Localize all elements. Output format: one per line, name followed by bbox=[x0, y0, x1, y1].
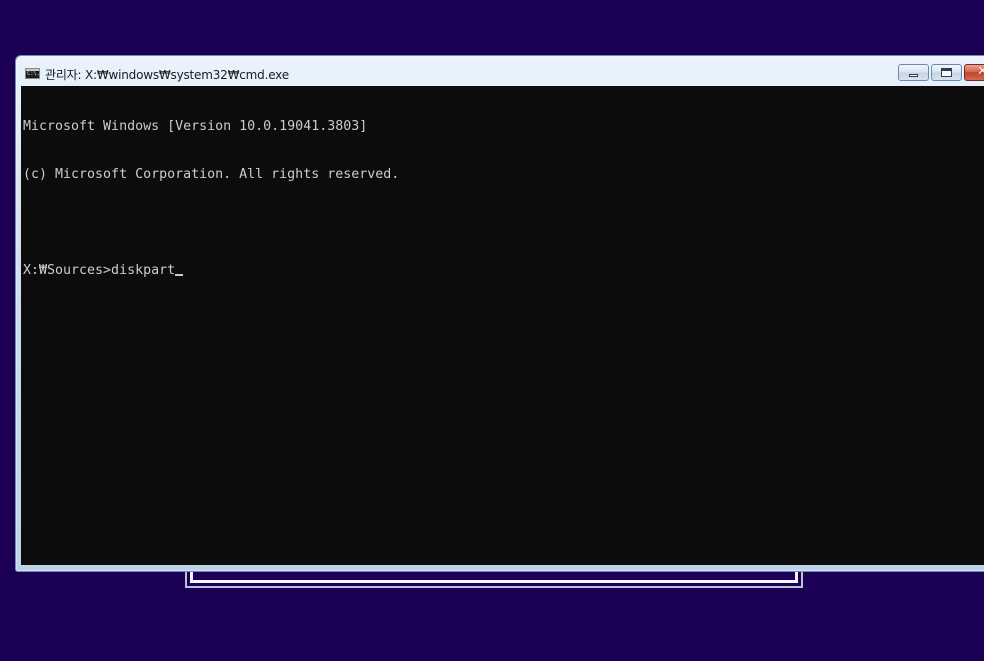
cmd-window[interactable]: C:\. 관리자: X:₩windows₩system32₩cmd.exe ✕ … bbox=[15, 55, 984, 572]
console-line-blank bbox=[23, 215, 984, 231]
window-title: 관리자: X:₩windows₩system32₩cmd.exe bbox=[45, 68, 289, 82]
console-line-copyright: (c) Microsoft Corporation. All rights re… bbox=[23, 167, 400, 182]
caption-buttons: ✕ bbox=[898, 64, 984, 82]
cmd-console-icon[interactable]: C:\. bbox=[25, 68, 40, 79]
maximize-icon bbox=[941, 68, 952, 77]
console-output[interactable]: Microsoft Windows [Version 10.0.19041.38… bbox=[21, 86, 984, 565]
text-cursor bbox=[175, 274, 184, 276]
console-prompt-line[interactable]: X:₩Sources>diskpart bbox=[23, 263, 984, 279]
minimize-button[interactable] bbox=[898, 64, 929, 81]
minimize-icon bbox=[909, 74, 918, 77]
window-bottom-border bbox=[16, 563, 984, 571]
console-text: Microsoft Windows [Version 10.0.19041.38… bbox=[21, 86, 984, 311]
close-icon: ✕ bbox=[977, 64, 984, 79]
maximize-button[interactable] bbox=[931, 64, 962, 81]
desktop: C:\. 관리자: X:₩windows₩system32₩cmd.exe ✕ … bbox=[0, 0, 984, 661]
console-line-version: Microsoft Windows [Version 10.0.19041.38… bbox=[23, 119, 368, 134]
close-button[interactable]: ✕ bbox=[964, 64, 984, 81]
title-bar[interactable]: C:\. 관리자: X:₩windows₩system32₩cmd.exe ✕ bbox=[16, 56, 984, 86]
console-prompt-command: X:₩Sources>diskpart bbox=[23, 263, 176, 278]
